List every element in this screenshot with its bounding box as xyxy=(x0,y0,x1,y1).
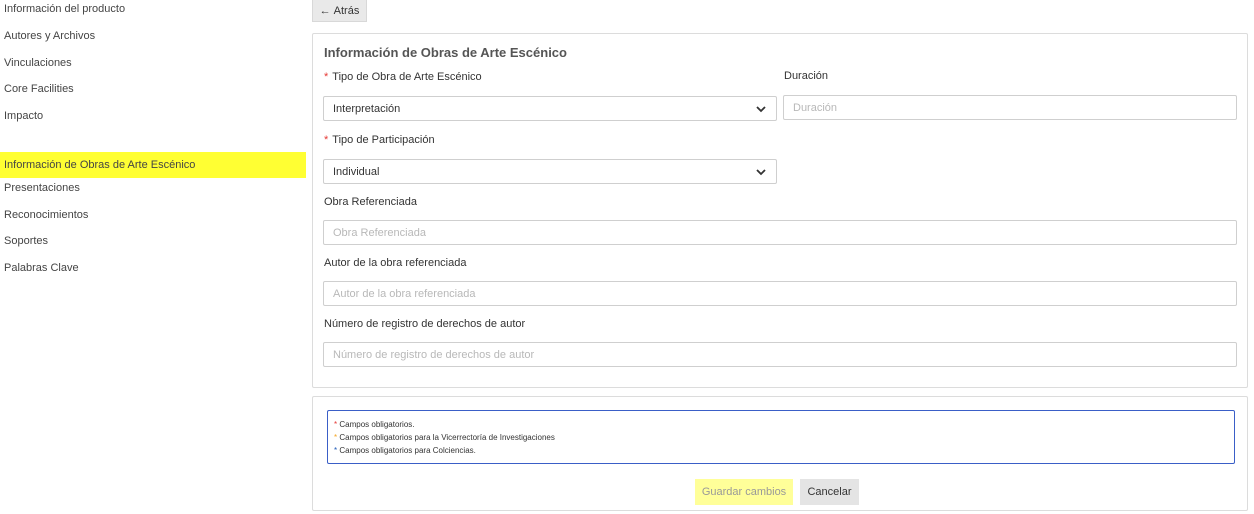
chevron-down-icon xyxy=(756,105,766,112)
tipo-obra-value: Interpretación xyxy=(333,102,401,115)
back-button[interactable]: ← Atrás xyxy=(312,0,367,22)
legend-text: Campos obligatorios para la Vicerrectorí… xyxy=(339,433,555,442)
required-mark: * xyxy=(324,71,329,83)
legend-item: * Campos obligatorios. xyxy=(334,418,1228,431)
sidebar-item-impacto[interactable]: Impacto xyxy=(0,107,43,134)
sidebar-item-presentaciones[interactable]: Presentaciones xyxy=(0,179,306,206)
tipo-obra-label: * Tipo de Obra de Arte Escénico xyxy=(324,71,482,83)
required-star: * xyxy=(334,446,338,455)
cancel-button[interactable]: Cancelar xyxy=(800,479,859,505)
tipo-obra-label-text: Tipo de Obra de Arte Escénico xyxy=(332,71,482,83)
sidebar-item-informacion-producto[interactable]: Información del producto xyxy=(0,0,125,27)
sidebar-item-soportes[interactable]: Soportes xyxy=(0,232,306,259)
autor-obra-input[interactable] xyxy=(323,281,1237,306)
tipo-participacion-label: * Tipo de Participación xyxy=(324,134,435,146)
numero-registro-input[interactable] xyxy=(323,342,1237,367)
duracion-label: Duración xyxy=(784,70,829,82)
tipo-participacion-select[interactable]: Individual xyxy=(323,159,777,184)
chevron-down-icon xyxy=(756,168,766,175)
sidebar-item-palabras-clave[interactable]: Palabras Clave xyxy=(0,259,306,286)
numero-registro-label: Número de registro de derechos de autor xyxy=(324,318,526,330)
autor-obra-label: Autor de la obra referenciada xyxy=(324,257,467,269)
arrow-left-icon: ← xyxy=(319,4,331,17)
sidebar-item-reconocimientos[interactable]: Reconocimientos xyxy=(0,206,306,233)
tipo-obra-select[interactable]: Interpretación xyxy=(323,96,777,121)
sidebar-item-obras-arte-escenico[interactable]: Información de Obras de Arte Escénico xyxy=(0,152,306,178)
obra-referenciada-input[interactable] xyxy=(323,220,1237,245)
sidebar-item-autores-archivos[interactable]: Autores y Archivos xyxy=(0,27,95,54)
required-star: * xyxy=(334,420,338,429)
form-panel: Información de Obras de Arte Escénico * T… xyxy=(312,33,1248,388)
required-star: * xyxy=(334,433,338,442)
legend-text: Campos obligatorios para Colciencias. xyxy=(339,446,476,455)
page-title: Información de Obras de Arte Escénico xyxy=(324,45,567,60)
sidebar-item-core-facilities[interactable]: Core Facilities xyxy=(0,80,74,107)
save-button[interactable]: Guardar cambios xyxy=(695,479,793,505)
obra-referenciada-label: Obra Referenciada xyxy=(324,196,417,208)
tipo-participacion-label-text: Tipo de Participación xyxy=(332,134,435,146)
tipo-participacion-value: Individual xyxy=(333,165,380,178)
actions-panel: * Campos obligatorios. * Campos obligato… xyxy=(312,396,1248,511)
back-button-label: Atrás xyxy=(333,4,360,17)
legend-text: Campos obligatorios. xyxy=(339,420,415,429)
page: Información del producto Autores y Archi… xyxy=(0,0,1254,514)
duracion-input[interactable] xyxy=(783,95,1237,120)
legend-item: * Campos obligatorios para Colciencias. xyxy=(334,444,1228,457)
sidebar-section: Información de Obras de Arte Escénico Pr… xyxy=(0,152,306,286)
required-mark: * xyxy=(324,134,329,146)
legend-item: * Campos obligatorios para la Vicerrecto… xyxy=(334,431,1228,444)
required-fields-legend: * Campos obligatorios. * Campos obligato… xyxy=(327,410,1235,464)
sidebar-item-vinculaciones[interactable]: Vinculaciones xyxy=(0,54,72,81)
